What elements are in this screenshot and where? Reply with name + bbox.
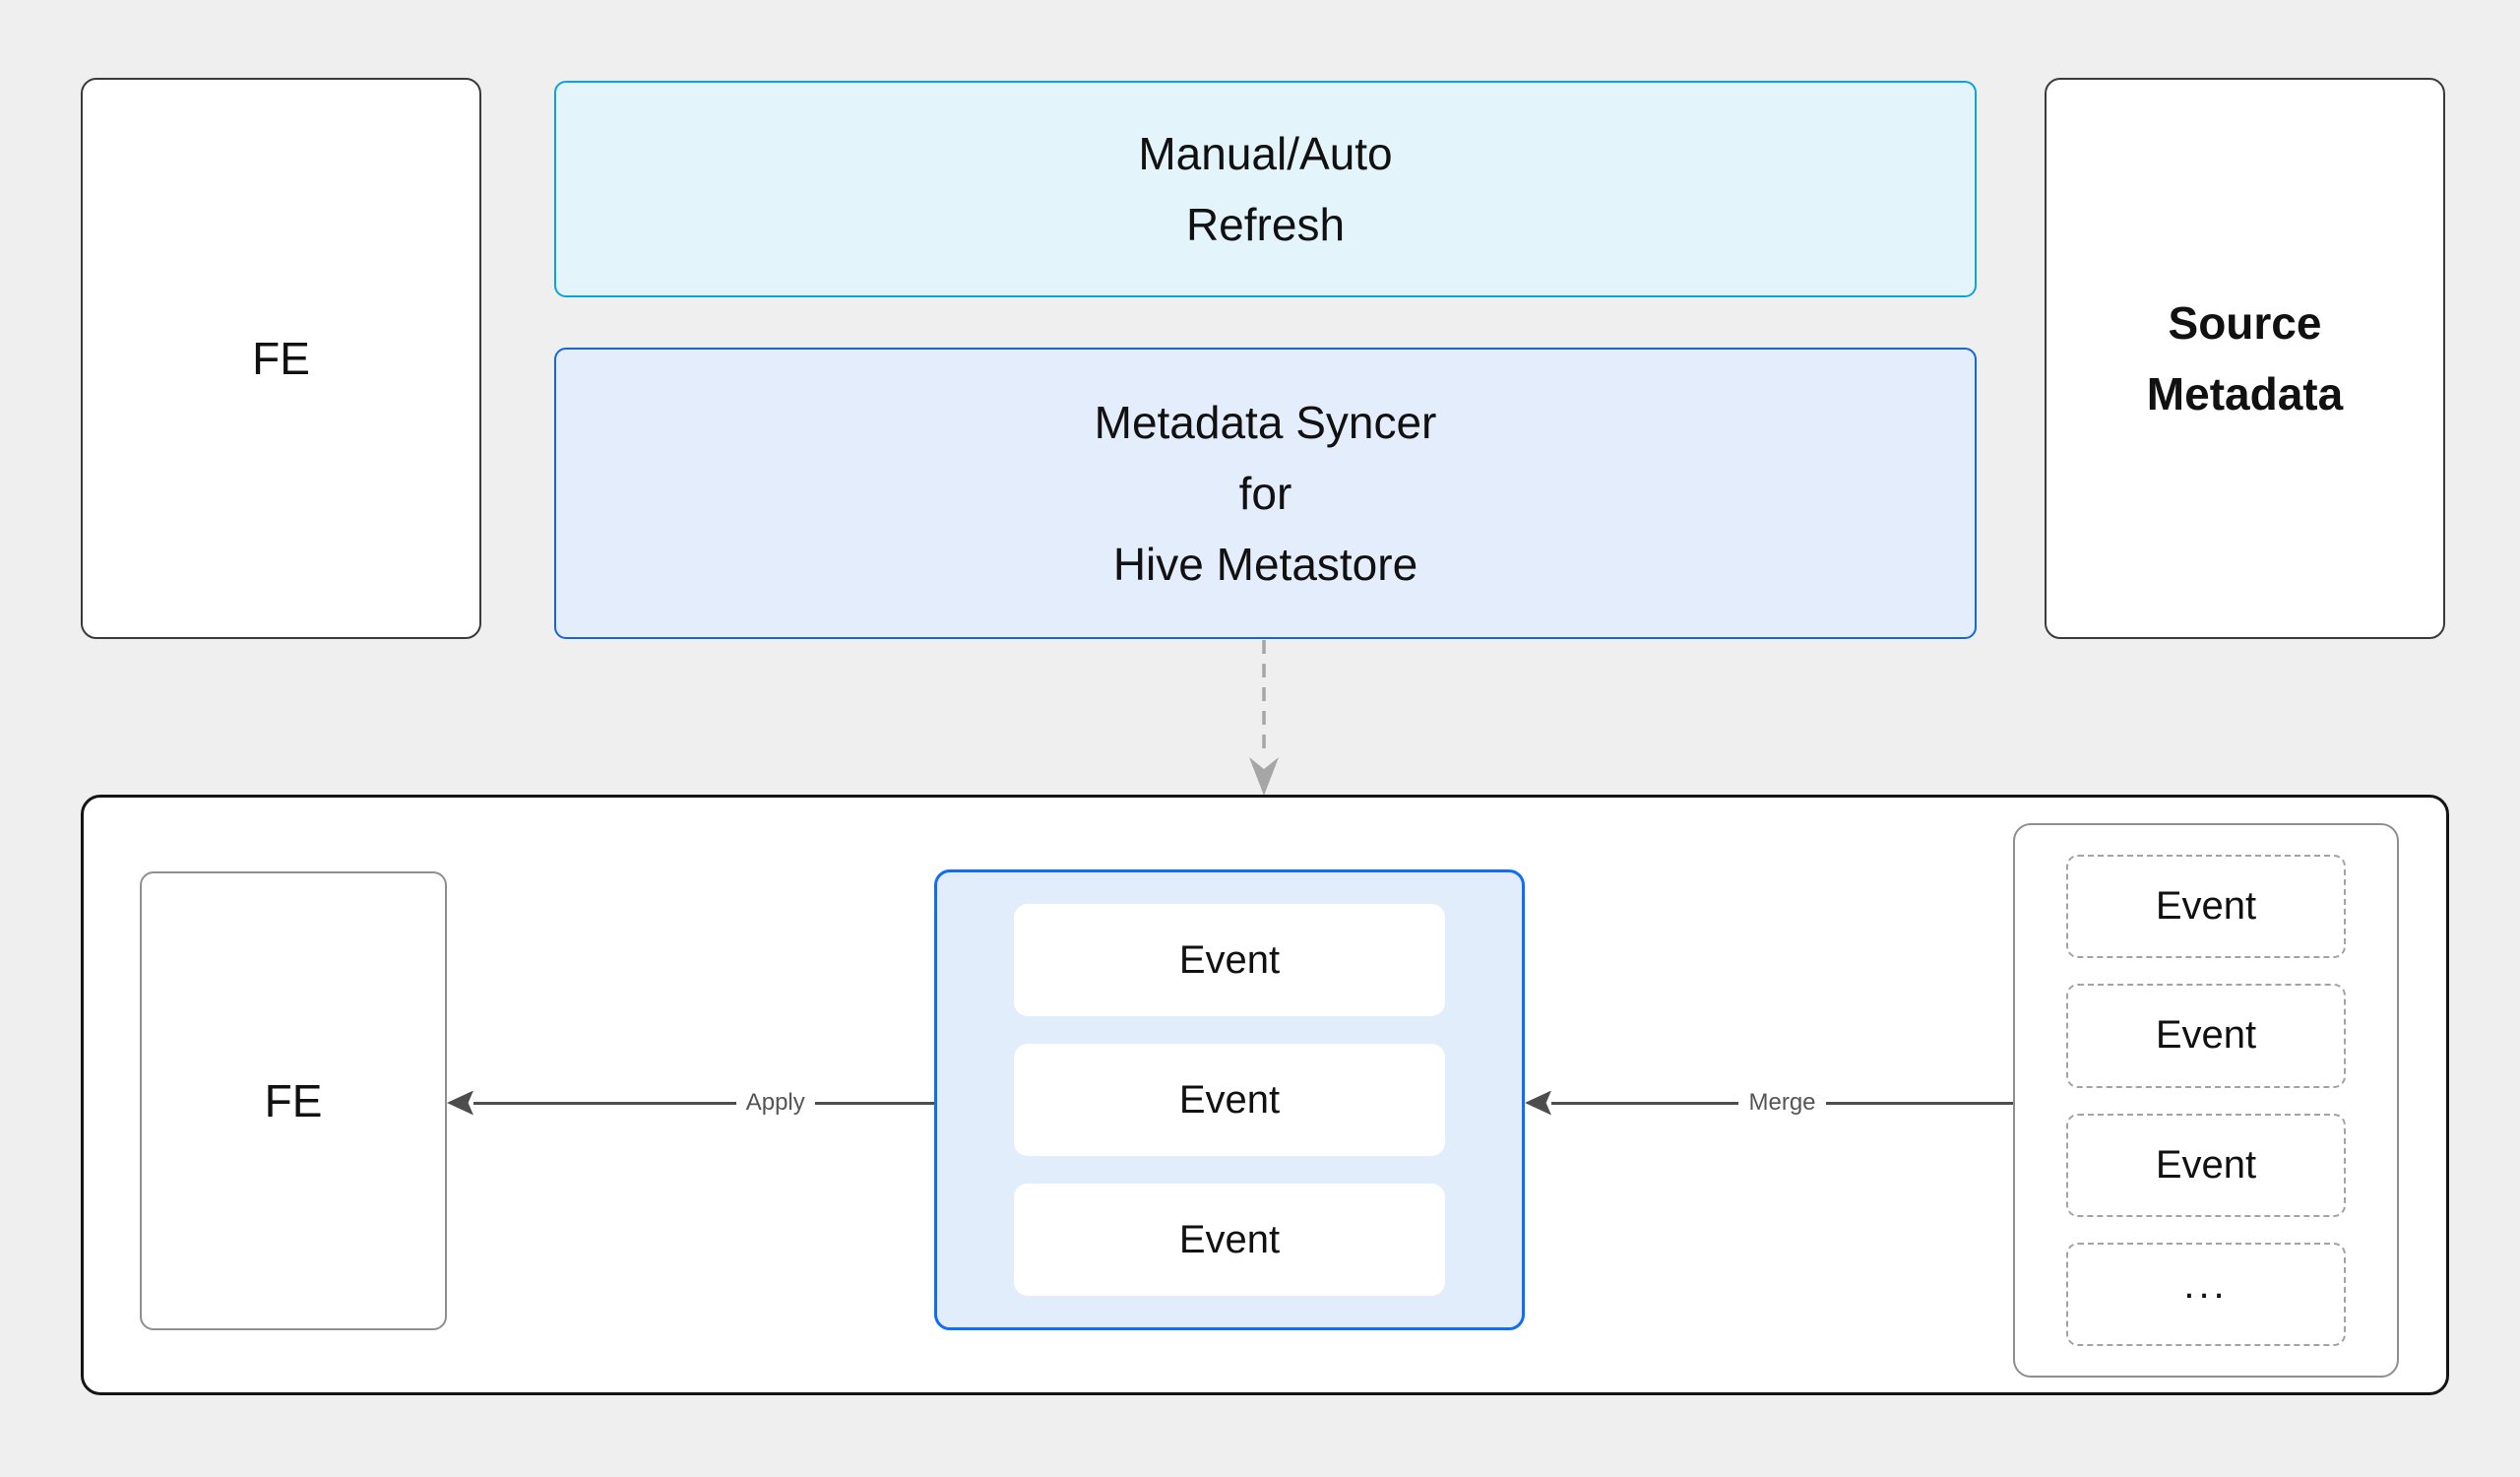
source-metadata-node: Source Metadata (2045, 78, 2445, 639)
metadata-syncer-node: Metadata Syncer for Hive Metastore (554, 348, 1977, 639)
event-card: Event (1014, 1044, 1445, 1156)
event-card-label: Event (1178, 937, 1281, 982)
syncer-label-line3: Hive Metastore (1112, 539, 1418, 590)
pending-event-ellipsis-label: ... (2183, 1262, 2229, 1307)
source-label-line1: Source (2168, 297, 2322, 349)
arrowhead-left-icon (1525, 1090, 1551, 1116)
merge-arrow-line-left (1551, 1101, 1739, 1105)
fe-node-top-label: FE (252, 333, 310, 384)
syncer-label-line1: Metadata Syncer (1094, 397, 1437, 448)
merge-arrow: Merge (1525, 1089, 2013, 1117)
merge-arrow-line-right (1825, 1101, 2013, 1105)
pending-event-label: Event (2155, 1142, 2257, 1187)
apply-arrow-line-left (473, 1101, 736, 1105)
event-processing-panel: FE Apply Event Event Event Merge Event E… (81, 795, 2449, 1395)
fe-node-bottom: FE (140, 871, 447, 1330)
architecture-diagram: FE Manual/Auto Refresh Metadata Syncer f… (0, 0, 2520, 1477)
pending-event-stack: Event Event Event ... (2013, 823, 2399, 1378)
event-card-label: Event (1178, 1077, 1281, 1122)
event-card: Event (1014, 1184, 1445, 1296)
apply-arrow-line-right (814, 1101, 934, 1105)
arrowhead-left-icon (447, 1090, 473, 1116)
event-card: Event (1014, 904, 1445, 1016)
pending-event-label: Event (2155, 884, 2257, 929)
manual-auto-refresh-node: Manual/Auto Refresh (554, 81, 1977, 297)
source-label-line2: Metadata (2146, 368, 2344, 419)
fe-node-bottom-label: FE (264, 1075, 323, 1126)
fe-node-top: FE (81, 78, 481, 639)
pending-event-card-more: ... (2066, 1242, 2346, 1346)
refresh-label-line1: Manual/Auto (1138, 128, 1393, 179)
event-card-label: Event (1178, 1217, 1281, 1261)
merged-event-stack: Event Event Event (934, 869, 1525, 1330)
pending-event-card: Event (2066, 855, 2346, 959)
merge-arrow-label: Merge (1748, 1089, 1816, 1116)
pending-event-label: Event (2155, 1013, 2257, 1058)
arrow-down-dashed-icon (1249, 640, 1279, 796)
apply-arrow: Apply (447, 1089, 934, 1117)
syncer-label-line2: for (1238, 468, 1292, 519)
apply-arrow-label: Apply (745, 1089, 805, 1116)
pending-event-card: Event (2066, 1113, 2346, 1217)
refresh-label-line2: Refresh (1185, 199, 1346, 250)
pending-event-card: Event (2066, 984, 2346, 1088)
